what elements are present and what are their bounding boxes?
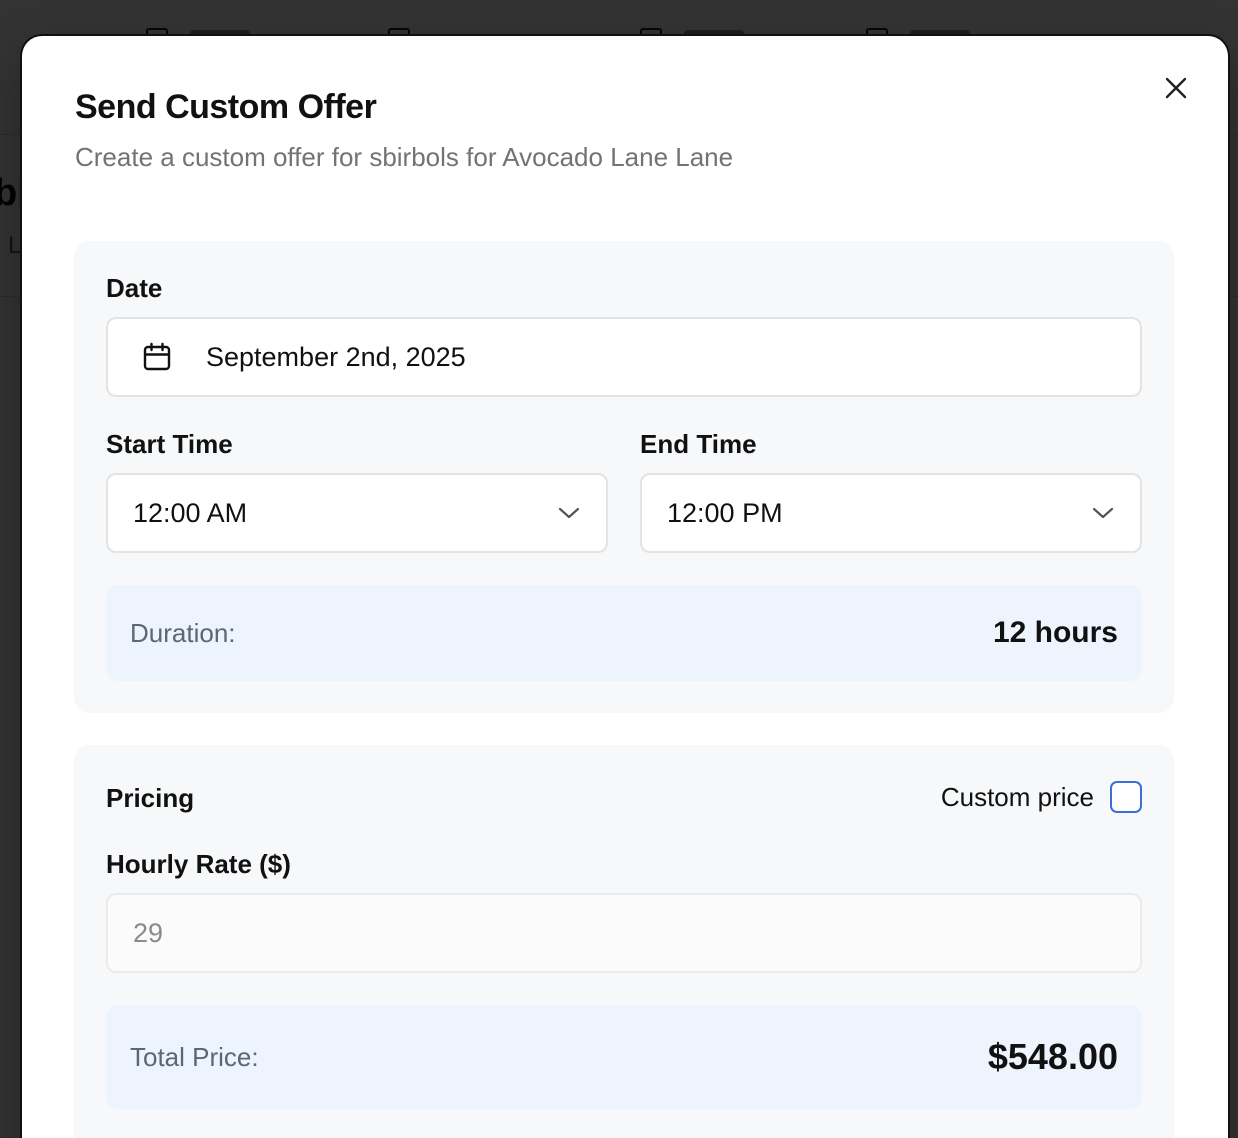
duration-value: 12 hours (992, 616, 1118, 649)
chevron-down-icon (1092, 507, 1114, 519)
date-label: Date (106, 273, 163, 303)
pricing-label: Pricing (106, 783, 195, 813)
hourly-rate-value: 29 (133, 917, 164, 948)
dialog-description: Create a custom offer for sbirbols for A… (75, 142, 734, 172)
end-time-select[interactable]: 12:00 PM (640, 473, 1142, 553)
end-time-value: 12:00 PM (667, 497, 783, 528)
date-value: September 2nd, 2025 (206, 341, 466, 372)
hourly-rate-input[interactable]: 29 (106, 893, 1142, 973)
duration-summary: Duration: 12 hours (106, 585, 1142, 681)
send-offer-dialog: Send Custom Offer Create a custom offer … (24, 38, 1226, 1138)
duration-label: Duration: (130, 617, 236, 648)
hourly-rate-label: Hourly Rate ($) (106, 849, 291, 879)
start-time-label: Start Time (106, 429, 233, 459)
end-time-label: End Time (640, 429, 757, 459)
chevron-down-icon (558, 507, 580, 519)
pricing-section: Pricing Custom price Hourly Rate ($) 29 … (74, 745, 1174, 1138)
total-price-summary: Total Price: $548.00 (106, 1005, 1142, 1109)
dialog-title: Send Custom Offer (75, 88, 377, 126)
calendar-icon (143, 342, 171, 371)
schedule-section: Date September 2nd, 2025 Start Time End … (74, 241, 1174, 713)
start-time-value: 12:00 AM (133, 497, 248, 528)
custom-price-checkbox[interactable] (1110, 781, 1142, 813)
custom-price-label: Custom price (940, 781, 1094, 812)
date-picker-button[interactable]: September 2nd, 2025 (106, 317, 1142, 397)
total-price-value: $548.00 (987, 1036, 1118, 1077)
start-time-select[interactable]: 12:00 AM (106, 473, 608, 553)
total-price-label: Total Price: (130, 1041, 259, 1072)
custom-price-toggle[interactable]: Custom price (941, 781, 1142, 813)
close-icon (1165, 77, 1187, 99)
close-button[interactable] (1162, 74, 1190, 102)
